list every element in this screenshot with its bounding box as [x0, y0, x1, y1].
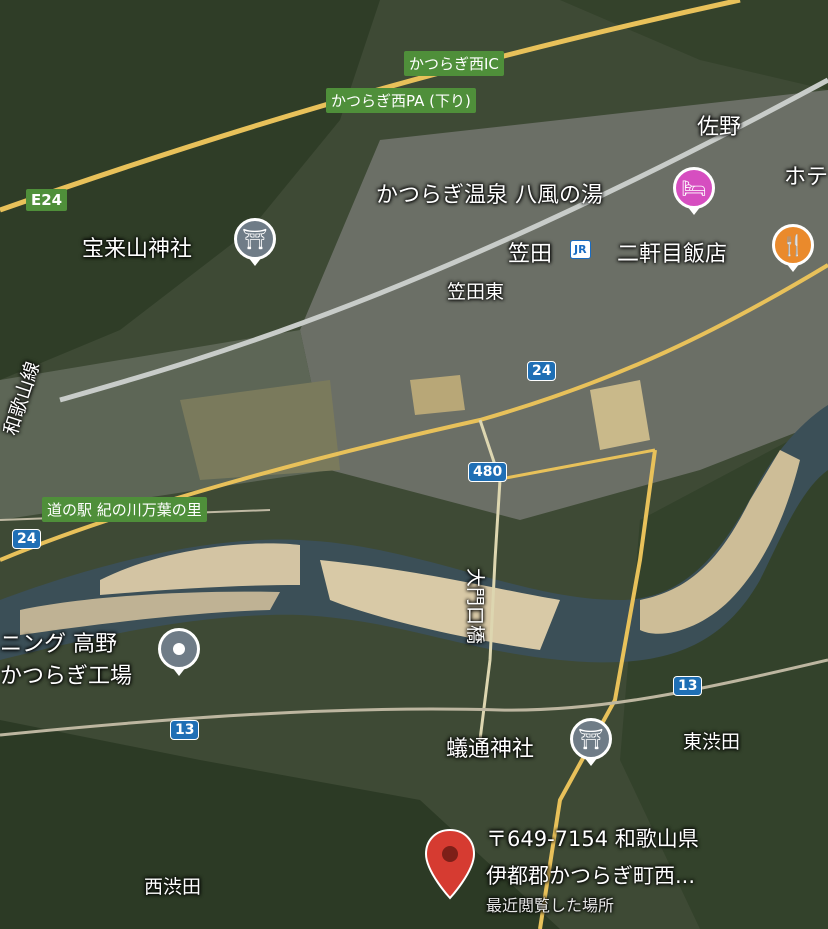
route-13-shield: 13 [170, 720, 200, 740]
jr-station-icon[interactable]: JR [570, 240, 591, 259]
place-label-hourai-shrine[interactable]: 宝来山神社 [82, 231, 192, 263]
place-label-higashi-shibuta[interactable]: 東渋田 [683, 727, 740, 754]
place-label-nikenme[interactable]: 二軒目飯店 [617, 236, 727, 268]
bed-icon[interactable]: 🛏 [673, 167, 715, 215]
place-dot-icon[interactable] [158, 628, 200, 676]
pa-label[interactable]: かつらぎ西PA (下り) [326, 88, 476, 113]
torii-icon[interactable]: ⛩ [234, 218, 276, 266]
place-label-nishi-shibuta[interactable]: 西渋田 [144, 872, 201, 899]
place-label-factory-line2[interactable]: かつらぎ工場 [0, 658, 132, 690]
roadside-station-label[interactable]: 道の駅 紀の川万葉の里 [42, 497, 207, 522]
pin-address-line1[interactable]: 〒649-7154 和歌山県 [486, 823, 699, 853]
pin-status: 最近閲覧した場所 [486, 896, 615, 915]
ic-label[interactable]: かつらぎ西IC [404, 51, 504, 76]
place-label-kasada[interactable]: 笠田 [508, 236, 552, 268]
place-label-kasada-higashi[interactable]: 笠田東 [447, 277, 504, 304]
place-label-ario-shrine[interactable]: 蟻通神社 [446, 731, 534, 763]
fork-knife-icon[interactable]: 🍴 [772, 224, 814, 272]
place-label-hotel[interactable]: ホテ [784, 159, 828, 191]
route-480-shield: 480 [468, 462, 508, 482]
location-pin-icon[interactable] [424, 828, 476, 900]
e24-shield: E24 [26, 189, 68, 211]
place-label-factory-line1[interactable]: ニング 高野 [0, 626, 117, 658]
route-24-shield: 24 [527, 361, 557, 381]
satellite-map[interactable]: かつらぎ西IC かつらぎ西PA (下り) 道の駅 紀の川万葉の里 E24 24 … [0, 0, 828, 929]
bridge-label: 大門口橋 [464, 568, 486, 645]
torii-icon[interactable]: ⛩ [570, 718, 612, 766]
route-24-shield: 24 [12, 529, 42, 549]
route-13-shield: 13 [673, 676, 703, 696]
place-label-sano[interactable]: 佐野 [697, 109, 741, 141]
pin-address-line2[interactable]: 伊都郡かつらぎ町西... [486, 860, 695, 890]
place-label-onsen[interactable]: かつらぎ温泉 八風の湯 [376, 177, 603, 209]
